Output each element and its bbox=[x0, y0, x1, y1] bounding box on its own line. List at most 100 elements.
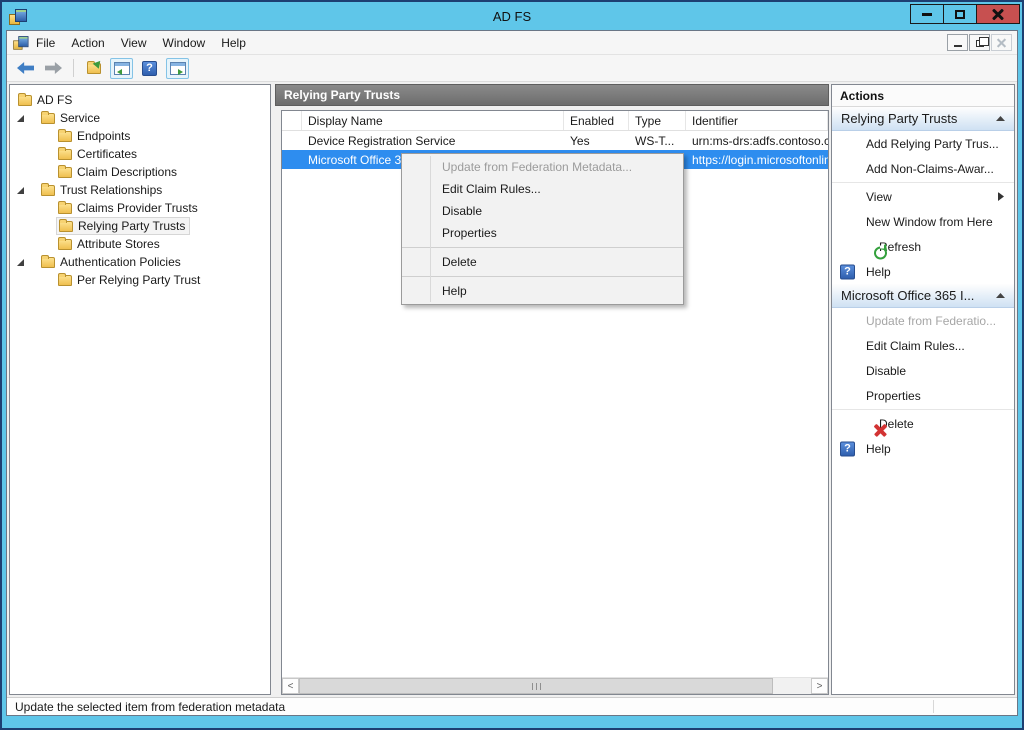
action-label: Edit Claim Rules... bbox=[866, 339, 965, 353]
main-area: AD FS Service Endpoints Certificates bbox=[7, 82, 1017, 697]
status-bar: Update the selected item from federation… bbox=[7, 697, 1017, 715]
actions-pane: Actions Relying Party Trusts Add Relying… bbox=[831, 84, 1015, 695]
column-enabled[interactable]: Enabled bbox=[564, 111, 629, 130]
results-pane-header: Relying Party Trusts bbox=[275, 84, 829, 106]
forward-button[interactable] bbox=[42, 58, 65, 79]
tree-item-label: Claim Descriptions bbox=[77, 165, 177, 179]
collapse-icon[interactable] bbox=[996, 116, 1005, 121]
action-view[interactable]: View bbox=[832, 184, 1014, 209]
section-header-relying-party-trusts[interactable]: Relying Party Trusts bbox=[832, 107, 1014, 131]
tree-item-relying-party-trusts[interactable]: Relying Party Trusts bbox=[10, 217, 270, 235]
section-header-microsoft-office-365[interactable]: Microsoft Office 365 I... bbox=[832, 284, 1014, 308]
action-help[interactable]: Help bbox=[832, 259, 1014, 284]
close-button[interactable] bbox=[976, 4, 1020, 24]
help-toolbar-button[interactable] bbox=[138, 58, 161, 79]
status-text: Update the selected item from federation… bbox=[15, 700, 285, 714]
toolbar bbox=[7, 55, 1017, 82]
menu-help[interactable]: Help bbox=[213, 31, 254, 54]
scrollbar-track[interactable] bbox=[773, 678, 811, 694]
action-label: Disable bbox=[866, 364, 906, 378]
action-help-2[interactable]: Help bbox=[832, 436, 1014, 461]
collapse-icon[interactable] bbox=[996, 293, 1005, 298]
console-tree-pane: AD FS Service Endpoints Certificates bbox=[9, 84, 271, 695]
context-disable[interactable]: Disable bbox=[402, 200, 683, 222]
tree-item-claim-descriptions[interactable]: Claim Descriptions bbox=[10, 163, 270, 181]
action-refresh[interactable]: Refresh bbox=[832, 234, 1014, 259]
tree-item-label: Certificates bbox=[77, 147, 137, 161]
horizontal-scrollbar[interactable]: < > bbox=[282, 677, 828, 694]
scroll-left-button[interactable]: < bbox=[282, 678, 299, 694]
table-row[interactable]: Device Registration Service Yes WS-T... … bbox=[282, 131, 828, 150]
menu-view[interactable]: View bbox=[113, 31, 155, 54]
maximize-icon bbox=[955, 10, 965, 19]
context-delete[interactable]: Delete bbox=[402, 251, 683, 273]
tree-item-per-relying-party-trust[interactable]: Per Relying Party Trust bbox=[10, 271, 270, 289]
tree-item-adfs[interactable]: AD FS bbox=[10, 91, 270, 109]
expander-icon[interactable] bbox=[16, 258, 24, 266]
show-action-pane-button[interactable] bbox=[166, 58, 189, 79]
tree-item-attribute-stores[interactable]: Attribute Stores bbox=[10, 235, 270, 253]
child-window-controls bbox=[947, 34, 1012, 51]
action-add-relying-party-trust[interactable]: Add Relying Party Trus... bbox=[832, 131, 1014, 156]
help-icon bbox=[840, 441, 855, 456]
child-restore-button[interactable] bbox=[969, 34, 990, 51]
child-close-button[interactable] bbox=[991, 34, 1012, 51]
help-icon bbox=[840, 264, 855, 279]
scrollbar-thumb[interactable] bbox=[299, 678, 773, 694]
column-type[interactable]: Type bbox=[629, 111, 686, 130]
folder-icon bbox=[58, 275, 72, 286]
expander-icon[interactable] bbox=[16, 114, 24, 122]
folder-icon bbox=[59, 221, 73, 232]
tree-item-label: Attribute Stores bbox=[77, 237, 160, 251]
tree-item-trust-relationships[interactable]: Trust Relationships bbox=[10, 181, 270, 199]
maximize-button[interactable] bbox=[943, 4, 977, 24]
tree-item-claims-provider-trusts[interactable]: Claims Provider Trusts bbox=[10, 199, 270, 217]
context-edit-claim-rules[interactable]: Edit Claim Rules... bbox=[402, 178, 683, 200]
child-restore-icon bbox=[976, 40, 984, 47]
expander-icon[interactable] bbox=[16, 186, 24, 194]
tree-item-certificates[interactable]: Certificates bbox=[10, 145, 270, 163]
folder-icon bbox=[58, 239, 72, 250]
actions-separator bbox=[832, 182, 1014, 183]
tree-item-label: Per Relying Party Trust bbox=[77, 273, 200, 287]
action-new-window-from-here[interactable]: New Window from Here bbox=[832, 209, 1014, 234]
help-icon bbox=[142, 61, 157, 76]
tree-item-endpoints[interactable]: Endpoints bbox=[10, 127, 270, 145]
action-add-non-claims-aware[interactable]: Add Non-Claims-Awar... bbox=[832, 156, 1014, 181]
export-list-button[interactable] bbox=[82, 58, 105, 79]
menu-window[interactable]: Window bbox=[155, 31, 214, 54]
action-properties[interactable]: Properties bbox=[832, 383, 1014, 408]
tree-item-label: Relying Party Trusts bbox=[78, 219, 185, 233]
action-label: New Window from Here bbox=[866, 215, 993, 229]
minimize-icon bbox=[922, 13, 932, 16]
scroll-right-button[interactable]: > bbox=[811, 678, 828, 694]
context-properties[interactable]: Properties bbox=[402, 222, 683, 244]
menu-action[interactable]: Action bbox=[63, 31, 112, 54]
folder-icon bbox=[18, 95, 32, 106]
minimize-button[interactable] bbox=[910, 4, 944, 24]
action-edit-claim-rules[interactable]: Edit Claim Rules... bbox=[832, 333, 1014, 358]
action-disable[interactable]: Disable bbox=[832, 358, 1014, 383]
menu-file[interactable]: File bbox=[28, 31, 63, 54]
menu-separator bbox=[402, 276, 683, 277]
tree-item-label: Claims Provider Trusts bbox=[77, 201, 198, 215]
show-console-tree-button[interactable] bbox=[110, 58, 133, 79]
tree-item-service[interactable]: Service bbox=[10, 109, 270, 127]
action-delete[interactable]: Delete bbox=[832, 411, 1014, 436]
child-minimize-button[interactable] bbox=[947, 34, 968, 51]
tree-selection: Relying Party Trusts bbox=[56, 217, 190, 235]
child-close-icon bbox=[997, 38, 1006, 47]
cell-enabled: Yes bbox=[564, 131, 629, 150]
folder-icon bbox=[58, 131, 72, 142]
folder-icon bbox=[58, 203, 72, 214]
context-help[interactable]: Help bbox=[402, 280, 683, 302]
back-button[interactable] bbox=[14, 58, 37, 79]
tree-item-label: Trust Relationships bbox=[60, 183, 162, 197]
tree-item-label: Service bbox=[60, 111, 100, 125]
column-icon[interactable] bbox=[282, 111, 302, 130]
folder-up-icon bbox=[87, 63, 101, 74]
tree-item-authentication-policies[interactable]: Authentication Policies bbox=[10, 253, 270, 271]
column-identifier[interactable]: Identifier bbox=[686, 111, 828, 130]
column-display-name[interactable]: Display Name bbox=[302, 111, 564, 130]
section-title: Relying Party Trusts bbox=[841, 111, 957, 126]
